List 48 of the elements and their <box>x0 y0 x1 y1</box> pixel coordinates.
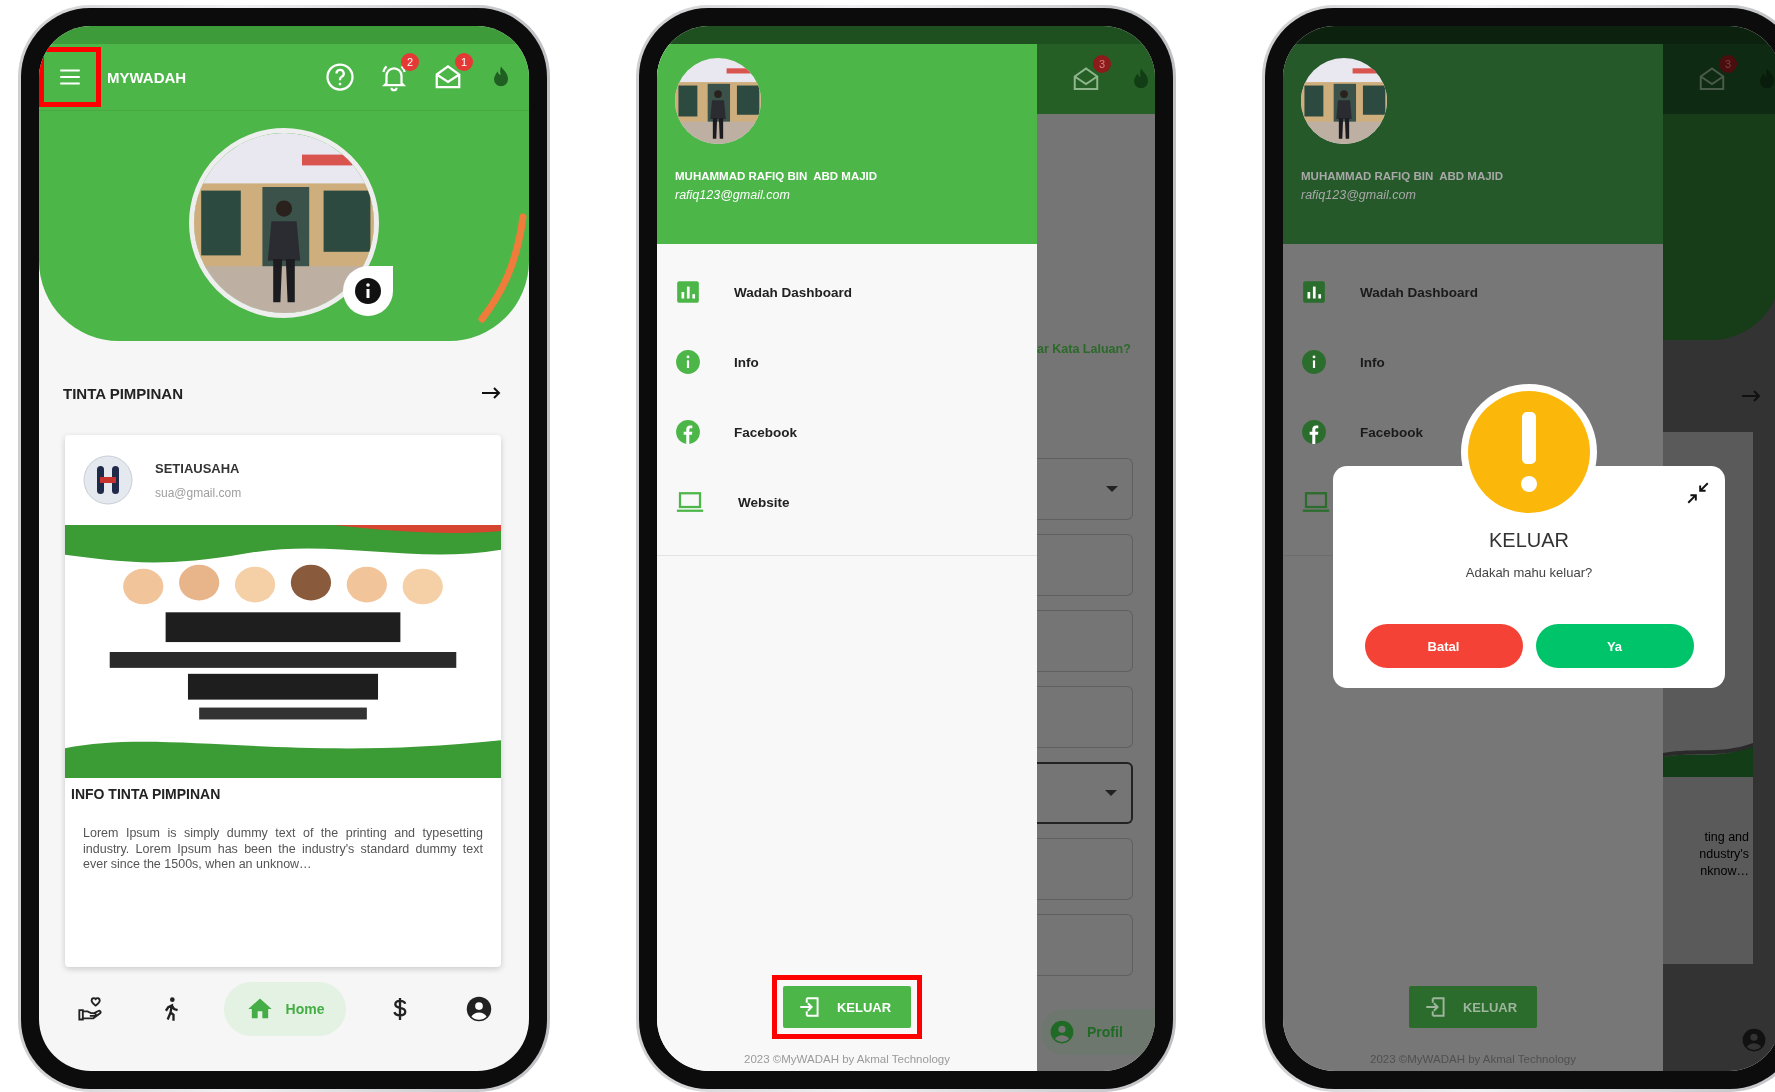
cancel-button[interactable]: Batal <box>1364 624 1523 668</box>
info-icon <box>675 349 701 375</box>
badge: 2 <box>401 53 419 71</box>
dialog-title: KELUAR <box>1489 528 1569 552</box>
nav-item[interactable]: Home <box>223 982 347 1036</box>
footer-text: 2023 ©MyWADAH by Akmal Technology <box>743 1053 951 1065</box>
facebook-icon <box>675 419 701 445</box>
badge: 3 <box>1093 55 1111 73</box>
drawer-item[interactable]: Wadah Dashboard <box>657 257 870 327</box>
drawer-item[interactable]: Info <box>1283 327 1403 397</box>
logout-button[interactable]: KELUAR <box>1408 986 1538 1028</box>
user-name: MUHAMMAD RAFIQ BIN ABD MAJID <box>675 170 878 182</box>
post-text: ting and <box>1704 829 1749 846</box>
author-name: SETIAUSAHA <box>155 460 241 476</box>
author-email: sua@gmail.com <box>155 485 242 500</box>
drawer-item[interactable]: Wadah Dashboard <box>1283 257 1496 327</box>
logout-button[interactable]: KELUAR <box>782 986 912 1028</box>
user-email: rafiq123@gmail.com <box>1301 188 1416 202</box>
link-text: ar Kata Laluan? <box>1037 342 1132 356</box>
post-text: ndustry's <box>1699 846 1749 863</box>
app-title: MYWADAH <box>107 68 187 86</box>
info-icon <box>1301 349 1327 375</box>
drawer-item[interactable]: Facebook <box>657 397 816 467</box>
caret-icon <box>1105 790 1117 796</box>
drawer-item[interactable]: Website <box>657 467 808 537</box>
user-icon <box>1049 1019 1075 1045</box>
user-icon <box>1741 1027 1767 1053</box>
collapse-icon[interactable] <box>1685 480 1711 506</box>
drawer-item[interactable]: Info <box>657 327 777 397</box>
post-card[interactable] <box>65 435 501 967</box>
post-heading: INFO TINTA PIMPINAN <box>71 786 221 802</box>
user-icon <box>464 995 493 1023</box>
confirm-button[interactable]: Ya <box>1535 624 1694 668</box>
caret-icon <box>1106 486 1118 492</box>
hand-heart-icon <box>77 995 105 1023</box>
post-text: Lorem Ipsum is simply dummy text of the printing and typesetting industry. Lorem Ipsum has been the industry's standard dummy text ever since the 1500s, when an unknow… <box>83 826 483 873</box>
facebook-icon <box>1301 419 1327 445</box>
user-name: MUHAMMAD RAFIQ BIN ABD MAJID <box>1301 170 1504 182</box>
info-icon[interactable] <box>341 264 395 318</box>
logo-icon <box>83 455 133 505</box>
dialog-message: Adakah mahu keluar? <box>1465 564 1593 582</box>
bar-chart-icon <box>675 279 701 305</box>
help-icon[interactable] <box>325 62 355 92</box>
bar-chart-icon <box>1301 279 1327 305</box>
badge: 1 <box>455 53 473 71</box>
section-title: TINTA PIMPINAN <box>63 384 183 402</box>
user-email: rafiq123@gmail.com <box>675 188 790 202</box>
post-text: nknow… <box>1700 863 1749 880</box>
